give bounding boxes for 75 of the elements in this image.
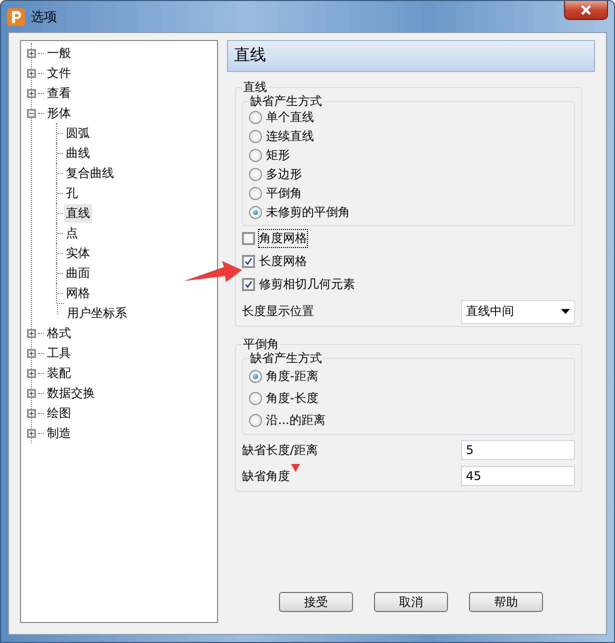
group-title: 平倒角 <box>242 337 280 351</box>
tree-item[interactable]: 实体 <box>64 244 92 262</box>
tree-item[interactable]: 网格 <box>64 284 92 302</box>
radio-button[interactable] <box>249 111 262 124</box>
tree-item[interactable]: 格式 <box>45 324 73 342</box>
window-title: 选项 <box>31 8 57 26</box>
input-field[interactable]: 45 <box>461 466 575 486</box>
tree-item[interactable]: 曲面 <box>64 264 92 282</box>
tree-item[interactable]: 制造 <box>45 424 73 442</box>
radio-label: 沿...的距离 <box>266 412 326 428</box>
dialog-button[interactable]: 接受 <box>279 592 353 612</box>
group-title: 缺省产生方式 <box>249 351 323 365</box>
expand-icon[interactable] <box>27 328 36 338</box>
radio-button[interactable] <box>249 130 262 143</box>
radio-button[interactable] <box>249 392 262 404</box>
checkbox[interactable] <box>242 255 255 268</box>
group-title: 直线 <box>242 80 268 94</box>
tree-item[interactable]: 形体 <box>45 104 73 122</box>
annotation-arrow <box>184 259 242 283</box>
tree-item[interactable]: 孔 <box>64 184 80 202</box>
input-field[interactable]: 5 <box>461 440 575 460</box>
page-header: 直线 <box>227 40 595 72</box>
checkbox[interactable] <box>242 232 255 245</box>
tree-item[interactable]: 数据交换 <box>45 384 97 402</box>
expand-icon[interactable] <box>27 68 36 78</box>
dropdown[interactable]: 直线中间 <box>461 300 575 324</box>
app-icon <box>7 8 25 26</box>
expand-icon[interactable] <box>27 368 36 378</box>
tree-item[interactable]: 点 <box>64 224 80 242</box>
expand-icon[interactable] <box>27 428 36 438</box>
radio-label: 角度-长度 <box>266 390 318 406</box>
expand-icon[interactable] <box>27 388 36 398</box>
field-label: 缺省角度 <box>242 468 290 484</box>
radio-button[interactable] <box>249 370 262 382</box>
expand-icon[interactable] <box>27 48 36 58</box>
caret-icon <box>561 309 570 314</box>
tree-item[interactable]: 一般 <box>45 44 73 62</box>
tree-item[interactable]: 复合曲线 <box>64 164 116 182</box>
checkbox-label: 角度网格 <box>258 229 308 248</box>
tree-item[interactable]: 工具 <box>45 344 73 362</box>
tree-item[interactable]: 查看 <box>45 84 73 102</box>
expand-icon[interactable] <box>27 348 36 358</box>
collapse-icon[interactable] <box>27 108 36 118</box>
tree-item[interactable]: 圆弧 <box>64 124 92 142</box>
radio-button[interactable] <box>249 414 262 426</box>
radio-label: 单个直线 <box>266 109 314 126</box>
annotation-marker <box>291 464 300 472</box>
radio-button[interactable] <box>249 187 262 200</box>
tree-item[interactable]: 装配 <box>45 364 73 382</box>
close-icon <box>580 5 592 15</box>
tree-item[interactable]: 直线 <box>64 204 92 222</box>
checkbox-label: 长度网格 <box>258 253 308 270</box>
field-label: 缺省长度/距离 <box>242 442 318 458</box>
tree-item[interactable]: 曲线 <box>64 144 92 162</box>
radio-button[interactable] <box>249 149 262 162</box>
radio-button[interactable] <box>249 168 262 181</box>
group-title: 缺省产生方式 <box>249 94 323 108</box>
checkbox[interactable] <box>242 278 255 291</box>
expand-icon[interactable] <box>27 408 36 418</box>
dialog-button[interactable]: 帮助 <box>469 592 543 612</box>
checkbox-label: 修剪相切几何元素 <box>258 276 356 293</box>
radio-label: 未修剪的平倒角 <box>266 204 350 221</box>
expand-icon[interactable] <box>27 88 36 98</box>
tree-item[interactable]: 文件 <box>45 64 73 82</box>
tree-item[interactable]: 绘图 <box>45 404 73 422</box>
radio-label: 角度-距离 <box>266 368 318 384</box>
radio-label: 多边形 <box>266 166 302 183</box>
close-button[interactable] <box>564 1 608 20</box>
dialog-button[interactable]: 取消 <box>374 592 448 612</box>
field-label: 长度显示位置 <box>242 303 314 320</box>
radio-label: 矩形 <box>266 147 290 164</box>
radio-label: 连续直线 <box>266 128 314 145</box>
radio-label: 平倒角 <box>266 185 302 202</box>
tree-item[interactable]: 用户坐标系 <box>65 304 129 322</box>
radio-button[interactable] <box>249 206 262 219</box>
